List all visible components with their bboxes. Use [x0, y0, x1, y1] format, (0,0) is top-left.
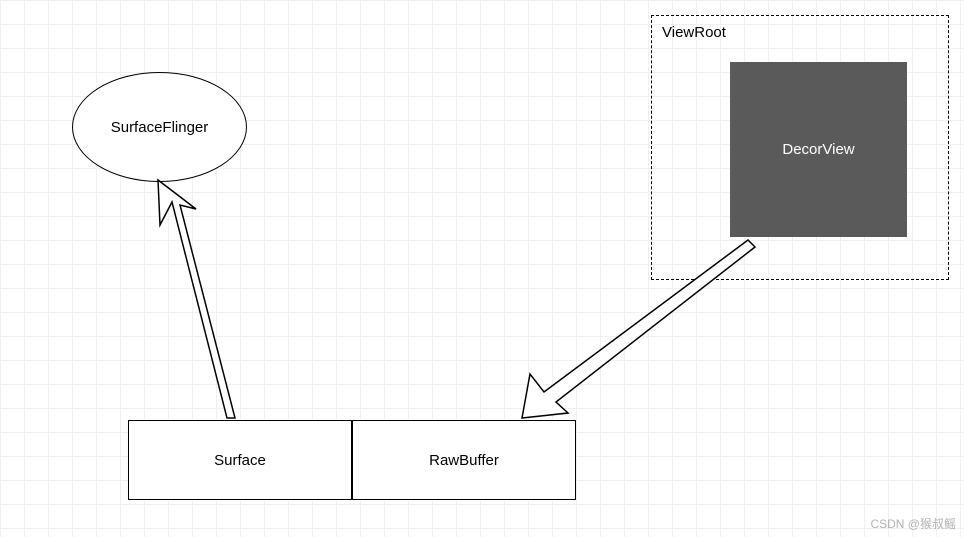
surface-node: Surface: [128, 420, 352, 500]
rawbuffer-node: RawBuffer: [352, 420, 576, 500]
decorview-label: DecorView: [782, 141, 854, 158]
surfaceflinger-label: SurfaceFlinger: [111, 119, 209, 136]
watermark: CSDN @猴叔鳐: [870, 515, 956, 532]
rawbuffer-label: RawBuffer: [429, 452, 499, 469]
viewroot-label: ViewRoot: [662, 24, 726, 41]
arrow-surface-to-surfaceflinger: [158, 180, 235, 418]
surface-label: Surface: [214, 452, 266, 469]
surfaceflinger-node: SurfaceFlinger: [72, 72, 247, 182]
decorview-node: DecorView: [730, 62, 907, 237]
